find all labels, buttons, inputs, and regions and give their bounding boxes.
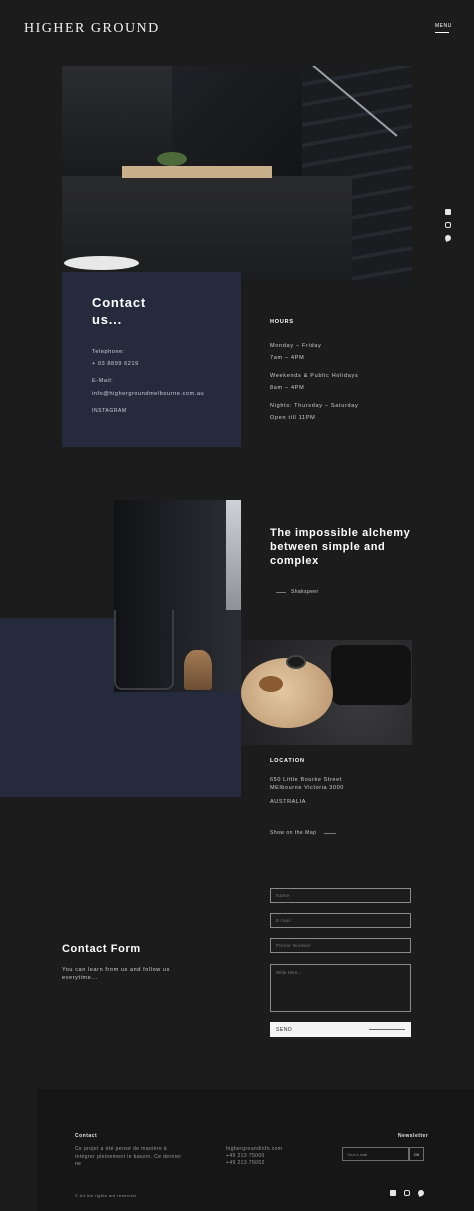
contact-form-subtitle: You can learn from us and follow us ever… <box>62 967 170 981</box>
send-button-line <box>369 1029 405 1030</box>
instagram-link[interactable]: INSTAGRAM <box>92 408 127 414</box>
message-textarea[interactable] <box>270 964 411 1012</box>
menu-button[interactable]: MENU <box>435 23 452 33</box>
hours-line: Weekends & Public Holidays <box>270 373 359 379</box>
hero-table <box>122 166 272 178</box>
interior-window <box>226 500 241 610</box>
footer-phone-2[interactable]: +49 213 75002 <box>226 1160 265 1168</box>
instagram-icon[interactable] <box>404 1190 410 1196</box>
hero-cup <box>64 256 139 270</box>
interior-stool <box>184 650 212 690</box>
feature-heading: The impossible alchemy between simple an… <box>270 527 411 567</box>
interior-chair <box>114 610 174 690</box>
address-country: AUSTRALIA <box>270 799 306 805</box>
telephone-label: Telephone: <box>92 349 125 355</box>
hours-title: HOURS <box>270 319 294 325</box>
hours-line: Open till 11PM <box>270 415 316 421</box>
footer: Contact Ce projet a été pensé de manière… <box>37 1089 474 1211</box>
twitter-icon[interactable] <box>417 1189 425 1197</box>
table-photo-cup <box>286 655 306 669</box>
newsletter-heading: Newsletter <box>398 1133 429 1139</box>
table-photo <box>241 640 412 745</box>
facebook-icon[interactable] <box>445 209 451 215</box>
hours-line: Nights: Thursday – Saturday <box>270 403 359 409</box>
newsletter-ok-button[interactable]: OK <box>409 1147 424 1161</box>
facebook-icon[interactable] <box>390 1190 396 1196</box>
hours-line: Monday – Friday <box>270 343 322 349</box>
instagram-icon[interactable] <box>445 222 451 228</box>
twitter-icon[interactable] <box>444 234 452 242</box>
name-input[interactable] <box>270 888 411 903</box>
side-social-links <box>443 209 453 242</box>
telephone-value[interactable]: + 03 8899 6219 <box>92 361 139 367</box>
copyright: © All the rights are reserved <box>75 1193 137 1198</box>
table-photo-chair <box>331 645 411 705</box>
table-photo-croissant <box>259 676 283 692</box>
email-label: E-Mail: <box>92 378 114 384</box>
show-map-link[interactable]: Show on the Map <box>270 830 316 836</box>
footer-contact-heading: Contact <box>75 1133 98 1139</box>
menu-icon <box>435 32 449 33</box>
map-link-divider <box>324 833 336 834</box>
newsletter-email-input[interactable] <box>342 1147 409 1161</box>
interior-photo <box>114 500 241 692</box>
menu-label: MENU <box>435 23 452 29</box>
hours-line: 8am – 4PM <box>270 385 305 391</box>
quote-author: Shakspeer <box>291 589 319 595</box>
hero-wall <box>62 66 172 176</box>
footer-social-links <box>390 1189 425 1197</box>
hero-plant <box>157 152 187 166</box>
contact-form-title: Contact Form <box>62 943 141 955</box>
phone-input[interactable] <box>270 938 411 953</box>
contact-title: Contact us... <box>92 295 146 327</box>
table-photo-table <box>241 658 333 728</box>
location-title: LOCATION <box>270 758 305 764</box>
hours-line: 7am – 4PM <box>270 355 305 361</box>
email-value[interactable]: info@highergroundmelbourne.com.au <box>92 391 204 397</box>
email-input[interactable] <box>270 913 411 928</box>
address-line-2: MElbourne Victoria 3000 <box>270 785 344 791</box>
hero-photo <box>62 66 412 286</box>
footer-description: Ce projet a été pensé de manière à intég… <box>75 1146 182 1167</box>
quote-divider <box>276 592 286 593</box>
contact-card: Contact us... Telephone: + 03 8899 6219 … <box>62 272 241 447</box>
address-line-1: 650 Little Bourke Street <box>270 777 342 783</box>
site-logo[interactable]: HIGHER GROUND <box>24 21 160 37</box>
